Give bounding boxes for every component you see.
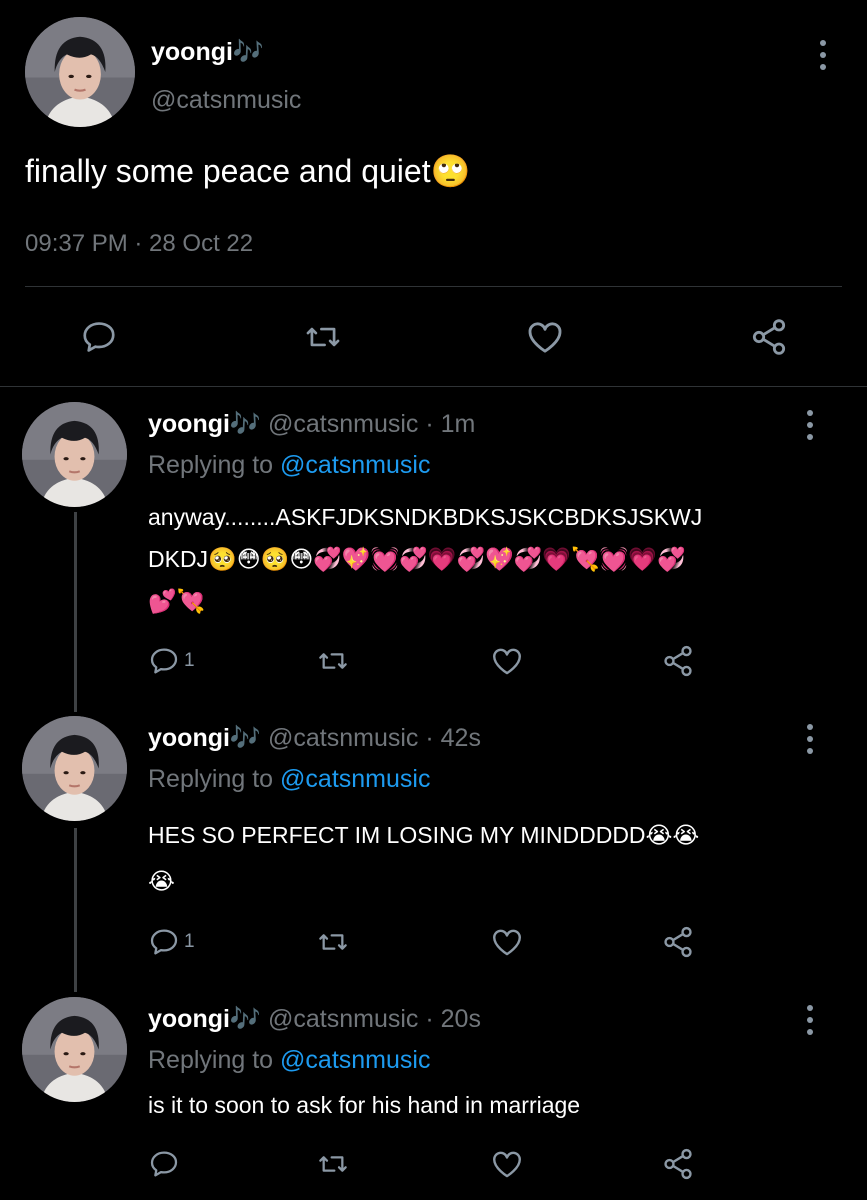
more-options-icon[interactable] <box>805 724 815 754</box>
reply-header: yoongi🎶 @catsnmusic · 20s <box>148 1005 481 1034</box>
reply-button[interactable] <box>148 1148 184 1180</box>
share-icon[interactable] <box>661 925 695 959</box>
reply-icon[interactable] <box>148 645 180 677</box>
retweet-icon[interactable] <box>316 1148 350 1180</box>
retweet-icon[interactable] <box>316 645 350 677</box>
reply-count: 1 <box>184 650 195 671</box>
handle-time[interactable]: @catsnmusic · 20s <box>268 1005 481 1033</box>
replying-to-label: Replying to <box>148 765 281 793</box>
heart-icon[interactable] <box>490 644 524 678</box>
replying-to-label: Replying to <box>148 451 281 479</box>
mention-link[interactable]: @catsnmusic <box>280 765 430 793</box>
display-name[interactable]: yoongi🎶 <box>148 1005 261 1033</box>
tweet-timestamp[interactable]: 09:37 PM · 28 Oct 22 <box>25 230 253 258</box>
thread-line <box>74 828 77 992</box>
reply-icon[interactable] <box>148 926 180 958</box>
reply-text-line: anyway........ASKFJDKSNDKBDKSJSKCBDKSJSK… <box>148 504 703 530</box>
user-handle[interactable]: @catsnmusic <box>151 86 301 115</box>
reply-button[interactable]: 1 <box>148 645 195 677</box>
reply-count: 1 <box>184 931 195 952</box>
more-options-icon[interactable] <box>818 40 828 70</box>
replying-to: Replying to @catsnmusic <box>148 1046 430 1075</box>
handle-time[interactable]: @catsnmusic · 42s <box>268 724 481 752</box>
thread-line <box>74 512 77 712</box>
replying-to-label: Replying to <box>148 1046 281 1074</box>
avatar[interactable] <box>22 402 127 507</box>
display-name[interactable]: yoongi🎶 <box>148 410 261 438</box>
retweet-icon[interactable] <box>316 926 350 958</box>
heart-icon[interactable] <box>525 317 565 357</box>
divider <box>0 386 867 387</box>
mention-link[interactable]: @catsnmusic <box>280 451 430 479</box>
replying-to: Replying to @catsnmusic <box>148 451 430 480</box>
reply-text-line: DKDJ🥺😳🥺😳💞💖💓💞💗💞💖💞💗💘💓💗💞 <box>148 546 686 572</box>
retweet-icon[interactable] <box>303 318 343 356</box>
heart-icon[interactable] <box>490 925 524 959</box>
reply-header: yoongi🎶 @catsnmusic · 42s <box>148 724 481 753</box>
share-icon[interactable] <box>661 644 695 678</box>
reply-text-line: HES SO PERFECT IM LOSING MY MINDDDDD😭😭 <box>148 822 700 848</box>
reply-text-line: 😭 <box>148 868 175 894</box>
reply-header: yoongi🎶 @catsnmusic · 1m <box>148 410 475 439</box>
reply-text: is it to soon to ask for his hand in mar… <box>148 1092 581 1118</box>
heart-icon[interactable] <box>490 1147 524 1181</box>
reply-icon[interactable] <box>148 1148 180 1180</box>
avatar[interactable] <box>25 17 135 127</box>
more-options-icon[interactable] <box>805 1005 815 1035</box>
reply-text: HES SO PERFECT IM LOSING MY MINDDDDD😭😭 😭 <box>148 812 699 904</box>
reply-icon[interactable] <box>80 318 118 356</box>
divider <box>25 286 842 287</box>
reply-button[interactable]: 1 <box>148 926 195 958</box>
reply-text: anyway........ASKFJDKSNDKBDKSJSKCBDKSJSK… <box>148 496 702 622</box>
tweet-text: finally some peace and quiet🙄 <box>25 153 471 189</box>
display-name[interactable]: yoongi🎶 <box>148 724 261 752</box>
reply-text-line: 💕💘 <box>148 588 206 614</box>
share-icon[interactable] <box>749 317 789 357</box>
more-options-icon[interactable] <box>805 410 815 440</box>
handle-time[interactable]: @catsnmusic · 1m <box>268 410 475 438</box>
share-icon[interactable] <box>661 1147 695 1181</box>
display-name[interactable]: yoongi🎶 <box>151 38 264 67</box>
mention-link[interactable]: @catsnmusic <box>280 1046 430 1074</box>
avatar[interactable] <box>22 716 127 821</box>
replying-to: Replying to @catsnmusic <box>148 765 430 794</box>
avatar[interactable] <box>22 997 127 1102</box>
